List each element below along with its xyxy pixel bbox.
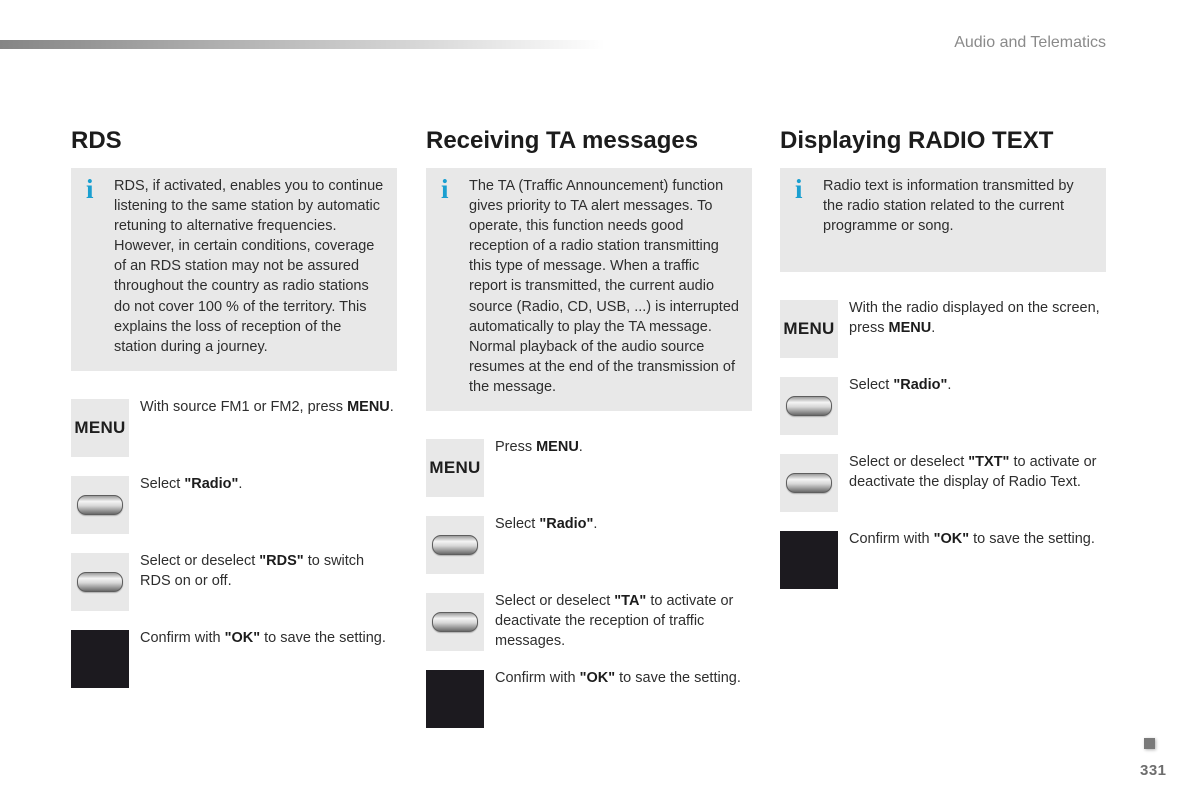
step-text: Select "Radio".	[849, 377, 952, 393]
steps-list: MENU Press MENU. Select "Radio". Select …	[426, 439, 752, 729]
menu-button-icon: MENU	[780, 300, 838, 358]
select-button-icon	[426, 593, 484, 652]
step-item: Select "Radio".	[71, 475, 397, 534]
step-text: Press MENU.	[495, 439, 583, 456]
step-item: MENU Press MENU.	[426, 439, 752, 498]
section-rds: RDS i RDS, if activated, enables you to …	[71, 125, 397, 707]
section-radio-text: Displaying RADIO TEXT i Radio text is in…	[780, 125, 1106, 608]
step-text: With the radio displayed on the screen, …	[849, 300, 1100, 337]
step-item: Select "Radio".	[426, 516, 752, 575]
step-item: Select or deselect "TA" to activate or d…	[426, 593, 752, 652]
select-button-icon	[71, 552, 129, 611]
step-text: Confirm with "OK" to save the setting.	[140, 629, 386, 646]
info-box: i Radio text is information transmitted …	[780, 168, 1106, 272]
step-item: MENU With source FM1 or FM2, press MENU.	[71, 398, 397, 457]
section-title: RDS	[71, 127, 122, 154]
pill-button-shape	[786, 396, 832, 416]
section-ta-messages: Receiving TA messages i The TA (Traffic …	[426, 125, 752, 747]
steps-list: MENU With the radio displayed on the scr…	[780, 300, 1106, 589]
pill-button-shape	[786, 473, 832, 493]
header-gradient-bar	[0, 40, 605, 49]
info-icon: i	[795, 174, 803, 204]
page-number: 331	[1140, 762, 1167, 779]
step-item: Select or deselect "RDS" to switch RDS o…	[71, 552, 397, 611]
step-item: MENU With the radio displayed on the scr…	[780, 300, 1106, 358]
step-item: Select "Radio".	[780, 377, 1106, 435]
info-text: The TA (Traffic Announcement) function g…	[469, 178, 739, 395]
page-marker-square	[1144, 738, 1155, 749]
step-item: Confirm with "OK" to save the setting.	[780, 531, 1106, 589]
step-text: Select "Radio".	[140, 475, 243, 492]
step-text: Select or deselect "TXT" to activate or …	[849, 454, 1097, 491]
ok-button-icon	[780, 531, 838, 589]
step-text: Confirm with "OK" to save the setting.	[849, 531, 1095, 547]
select-button-icon	[426, 516, 484, 575]
pill-button-shape	[77, 494, 123, 515]
select-button-icon	[71, 475, 129, 534]
step-text: Select or deselect "TA" to activate or d…	[495, 593, 734, 650]
info-box: i RDS, if activated, enables you to cont…	[71, 168, 397, 371]
select-button-icon	[780, 454, 838, 512]
ok-button-icon	[71, 629, 129, 688]
select-button-icon	[780, 377, 838, 435]
pill-button-shape	[77, 571, 123, 592]
info-box: i The TA (Traffic Announcement) function…	[426, 168, 752, 412]
menu-button-icon: MENU	[71, 398, 129, 457]
chapter-title: Audio and Telematics	[954, 34, 1106, 51]
step-item: Confirm with "OK" to save the setting.	[426, 670, 752, 729]
menu-button-icon: MENU	[426, 439, 484, 498]
step-item: Select or deselect "TXT" to activate or …	[780, 454, 1106, 512]
step-text: Select or deselect "RDS" to switch RDS o…	[140, 552, 365, 589]
pill-button-shape	[432, 612, 478, 633]
step-text: With source FM1 or FM2, press MENU.	[140, 398, 394, 415]
step-text: Confirm with "OK" to save the setting.	[495, 670, 741, 687]
info-text: Radio text is information transmitted by…	[823, 178, 1074, 235]
section-title: Receiving TA messages	[426, 127, 699, 154]
section-title: Displaying RADIO TEXT	[780, 127, 1054, 154]
steps-list: MENU With source FM1 or FM2, press MENU.…	[71, 398, 397, 688]
info-icon: i	[86, 174, 94, 204]
step-item: Confirm with "OK" to save the setting.	[71, 629, 397, 688]
info-text: RDS, if activated, enables you to contin…	[114, 178, 384, 355]
info-icon: i	[441, 174, 449, 204]
pill-button-shape	[432, 535, 478, 556]
step-text: Select "Radio".	[495, 516, 598, 533]
ok-button-icon	[426, 670, 484, 729]
